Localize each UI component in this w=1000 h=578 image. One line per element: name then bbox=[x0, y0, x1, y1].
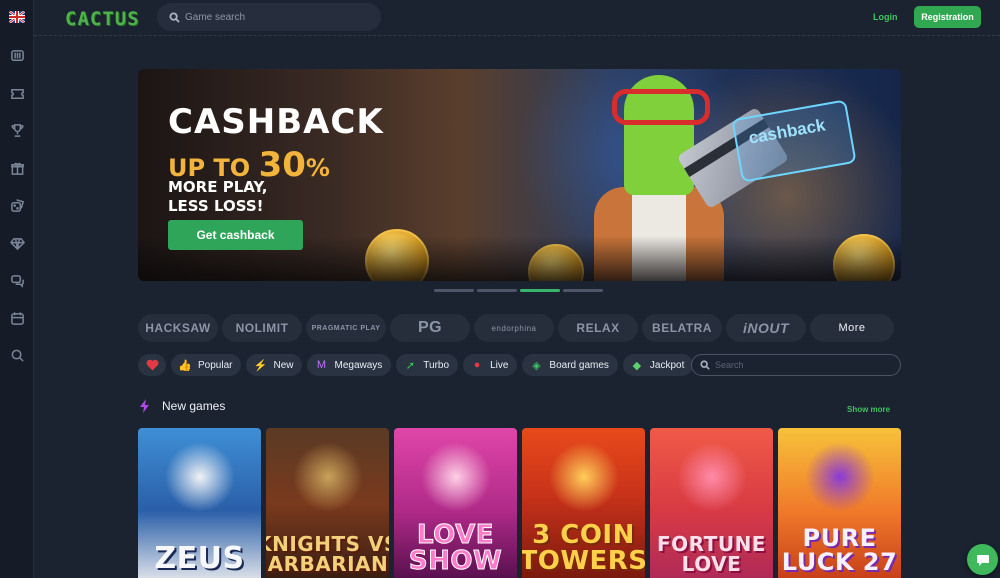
category-chip-label: Board games bbox=[549, 359, 609, 371]
mascot-glasses-image bbox=[612, 89, 710, 125]
game-title: PURE LUCK 27 bbox=[781, 524, 898, 576]
game-title: LOVE SHOW bbox=[408, 520, 503, 576]
category-chip-turbo[interactable]: ➚ Turbo bbox=[396, 354, 459, 376]
new-games-row: ZEUS KNIGHTS VS BARBARIANS LOVE SHOW 3 COIN… bbox=[138, 428, 901, 578]
gift-box-icon[interactable] bbox=[9, 160, 25, 176]
category-chip-label: Live bbox=[490, 359, 509, 371]
jackpot-diamond-icon: ◆ bbox=[632, 359, 642, 372]
banner-slider-dots bbox=[434, 289, 603, 292]
game-card[interactable]: ZEUS bbox=[138, 428, 261, 578]
provider-endorphina-logo[interactable]: endorphina bbox=[474, 314, 554, 342]
category-chip-jackpot[interactable]: ◆ Jackpot bbox=[622, 354, 694, 376]
show-more-link[interactable]: Show more bbox=[847, 405, 890, 414]
favorites-button[interactable] bbox=[138, 354, 166, 376]
category-chip-megaways[interactable]: M Megaways bbox=[307, 354, 392, 376]
banner-percent-sign: % bbox=[305, 154, 330, 182]
category-chip-popular[interactable]: 👍 Popular bbox=[171, 354, 242, 376]
game-artwork bbox=[676, 442, 747, 512]
board-games-icon: ◈ bbox=[532, 359, 541, 372]
megaways-icon: M bbox=[316, 359, 327, 371]
category-search-input[interactable]: Search bbox=[691, 354, 901, 376]
ticket-icon[interactable] bbox=[9, 85, 25, 101]
provider-belatra-logo[interactable]: BELATRA bbox=[642, 314, 722, 342]
provider-hacksaw-logo[interactable]: HACKSAW bbox=[138, 314, 218, 342]
slider-dot[interactable] bbox=[434, 289, 474, 292]
chat-icon bbox=[976, 554, 989, 566]
game-search-input[interactable]: Game search bbox=[157, 3, 381, 31]
search-icon bbox=[700, 360, 710, 370]
provider-pragmatic-logo[interactable]: PRAGMATIC PLAY bbox=[306, 314, 386, 342]
top-header: CACTUS Game search Login Registration bbox=[34, 0, 1000, 36]
casino-dice-icon[interactable] bbox=[9, 197, 25, 213]
live-chat-button[interactable] bbox=[967, 544, 998, 575]
banner-title: CASHBACK bbox=[168, 102, 384, 142]
game-title: KNIGHTS VS BARBARIANS bbox=[266, 532, 389, 576]
slots-icon[interactable] bbox=[9, 47, 25, 63]
banner-subtitle-line2: LESS LOSS! bbox=[168, 197, 264, 215]
registration-button[interactable]: Registration bbox=[914, 6, 981, 28]
game-artwork bbox=[292, 442, 363, 512]
uk-flag-icon[interactable] bbox=[9, 11, 25, 23]
category-chip-label: Popular bbox=[198, 359, 233, 371]
diamond-icon[interactable] bbox=[9, 235, 25, 251]
slider-dot[interactable] bbox=[563, 289, 603, 292]
live-camera-icon: ● bbox=[473, 359, 481, 371]
banner-subtitle: MORE PLAY, LESS LOSS! bbox=[168, 178, 268, 216]
game-artwork bbox=[164, 442, 235, 512]
calendar-icon[interactable] bbox=[9, 310, 25, 326]
provider-inout-logo[interactable]: iNOUT bbox=[726, 314, 806, 342]
game-title: FORTUNE LOVE bbox=[657, 532, 766, 576]
game-artwork bbox=[548, 442, 619, 512]
thumbs-up-icon: 👍 bbox=[178, 359, 192, 372]
provider-pg-logo[interactable]: PG bbox=[390, 314, 470, 342]
slider-dot[interactable] bbox=[477, 289, 517, 292]
game-card[interactable]: LOVE SHOW bbox=[394, 428, 517, 578]
provider-filter-row: HACKSAW NOLIMIT PRAGMATIC PLAY PG endorphina… bbox=[138, 314, 894, 342]
lightning-icon: ⚡ bbox=[253, 359, 268, 372]
cashback-card-text: cashback bbox=[747, 115, 827, 148]
game-card[interactable]: FORTUNE LOVE bbox=[650, 428, 773, 578]
left-sidebar bbox=[0, 0, 34, 578]
category-chip-live[interactable]: ● Live bbox=[463, 354, 518, 376]
provider-relax-logo[interactable]: RELAX bbox=[558, 314, 638, 342]
game-title: ZEUS bbox=[154, 541, 245, 576]
trophy-icon[interactable] bbox=[9, 122, 25, 138]
site-logo[interactable]: CACTUS bbox=[65, 8, 140, 30]
heart-icon bbox=[146, 359, 158, 371]
rocket-icon: ➚ bbox=[405, 359, 415, 372]
new-games-title: New games bbox=[162, 399, 226, 413]
promo-banner[interactable]: cashback CASHBACK UP TO 30% MORE PLAY, L… bbox=[138, 69, 901, 281]
game-search-placeholder: Game search bbox=[185, 11, 246, 23]
category-chip-label: Jackpot bbox=[649, 359, 685, 371]
category-chip-row: 👍 Popular ⚡ New M Megaways ➚ Turbo ● Live ◈ Board g… bbox=[138, 354, 694, 376]
banner-subtitle-line1: MORE PLAY, bbox=[168, 178, 268, 196]
login-link[interactable]: Login bbox=[873, 12, 898, 22]
slider-dot[interactable] bbox=[520, 289, 560, 292]
get-cashback-button[interactable]: Get cashback bbox=[168, 220, 303, 250]
game-title: 3 COIN TOWERS bbox=[522, 520, 645, 576]
game-card[interactable]: KNIGHTS VS BARBARIANS bbox=[266, 428, 389, 578]
category-search-placeholder: Search bbox=[715, 360, 744, 370]
chat-bubbles-icon[interactable] bbox=[9, 272, 25, 288]
search-icon bbox=[169, 11, 180, 23]
game-artwork bbox=[804, 442, 875, 512]
search-icon[interactable] bbox=[9, 347, 25, 363]
provider-more-button[interactable]: More bbox=[810, 314, 894, 342]
category-chip-label: Turbo bbox=[423, 359, 450, 371]
category-chip-label: Megaways bbox=[334, 359, 383, 371]
game-card[interactable]: 3 COIN TOWERS bbox=[522, 428, 645, 578]
category-chip-new[interactable]: ⚡ New bbox=[246, 354, 303, 376]
lightning-icon bbox=[140, 399, 149, 413]
category-chip-board-games[interactable]: ◈ Board games bbox=[522, 354, 618, 376]
provider-nolimit-logo[interactable]: NOLIMIT bbox=[222, 314, 302, 342]
category-chip-label: New bbox=[273, 359, 294, 371]
game-card[interactable]: PURE LUCK 27 bbox=[778, 428, 901, 578]
game-artwork bbox=[420, 442, 491, 512]
